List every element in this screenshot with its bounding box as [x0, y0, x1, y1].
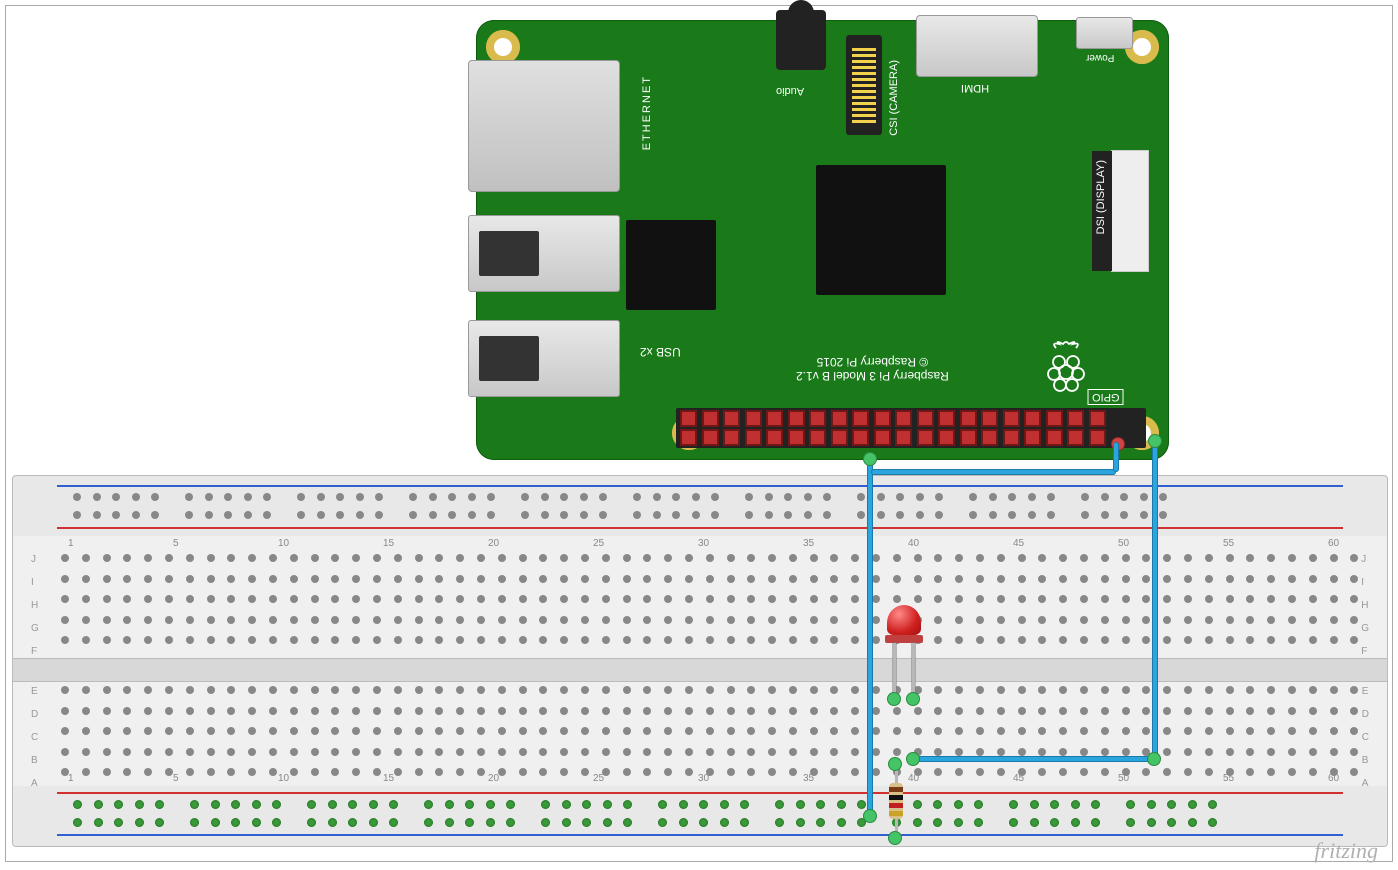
- wire-endpoint: [907, 753, 919, 765]
- gpio-row-bottom: [680, 429, 1106, 446]
- rail-line-pos: [57, 792, 1343, 794]
- audio-label: Audio: [776, 85, 804, 97]
- led-anode-leg: [893, 643, 896, 698]
- wire-gpio-horizontal: [912, 756, 1158, 762]
- wire-endpoint: [864, 810, 876, 822]
- model-line2: © Raspberry Pi 2015: [817, 355, 929, 369]
- csi-connector: [846, 35, 882, 135]
- band-gold: [889, 811, 903, 816]
- raspberry-pi-board: ETHERNET USB x2 USB x2 Audio CSI (CAMERA…: [476, 20, 1169, 460]
- band-black: [889, 795, 903, 800]
- gpio-row-top: [680, 410, 1106, 427]
- breadboard: 151015202530354045505560 J I H G F J I H…: [12, 475, 1388, 847]
- wire-jumper-short: [1113, 442, 1119, 472]
- ethernet-port: [468, 60, 620, 192]
- ethernet-label: ETHERNET: [641, 75, 653, 150]
- column-numbers: 151015202530354045505560: [68, 538, 1398, 549]
- audio-jack: [776, 10, 826, 70]
- band-brown: [889, 787, 903, 792]
- center-gutter: [13, 658, 1387, 682]
- column-numbers: 151015202530354045505560: [68, 773, 1398, 784]
- dsi-label: DSI (DISPLAY): [1095, 160, 1107, 234]
- resistor-body: [889, 783, 903, 819]
- wire-jumper-horizontal: [871, 469, 1116, 475]
- model-line1: Raspberry Pi 3 Model B v1.2: [796, 369, 949, 383]
- resistor-endpoint: [889, 832, 901, 844]
- power-rail-bottom: [13, 788, 1387, 843]
- tie-point-area: 151015202530354045505560 J I H G F J I H…: [13, 536, 1387, 786]
- tie-points-upper: [61, 554, 1358, 644]
- hdmi-label: HDMI: [961, 82, 989, 94]
- resistor-endpoint: [889, 758, 901, 770]
- led-pin: [907, 693, 919, 705]
- dsi-connector: [1111, 150, 1149, 272]
- row-letters-right: J I H G F: [1361, 554, 1369, 657]
- soc-chip: [816, 165, 946, 295]
- wire-endpoint: [864, 453, 876, 465]
- power-label: Power: [1086, 52, 1114, 63]
- raspberry-pi-logo-icon: [1041, 340, 1091, 395]
- band-red: [889, 803, 903, 808]
- power-rail-top: [13, 479, 1387, 534]
- csi-label: CSI (CAMERA): [888, 60, 900, 136]
- led-cathode-leg: [912, 643, 915, 698]
- rail-holes: [73, 493, 1193, 501]
- fritzing-watermark: fritzing: [1314, 838, 1378, 864]
- wire-endpoint: [1149, 435, 1161, 447]
- rail-holes: [73, 818, 1243, 827]
- micro-usb-power: [1076, 17, 1133, 49]
- led-red: [887, 605, 923, 643]
- usb-port: [468, 320, 620, 397]
- rail-holes: [73, 800, 1243, 809]
- row-letters-left: E D C B A: [31, 686, 38, 789]
- usb-port: [468, 215, 620, 292]
- wire-gnd-vertical: [867, 458, 873, 816]
- row-letters-left: J I H G F: [31, 554, 39, 657]
- mount-hole: [486, 30, 520, 64]
- hdmi-port: [916, 15, 1038, 77]
- rail-holes: [73, 511, 1193, 519]
- led-base: [885, 635, 923, 643]
- tie-points-lower: [61, 686, 1358, 776]
- usb-label: USB x2: [640, 345, 681, 359]
- gpio-label: GPIO: [1088, 389, 1124, 405]
- led-dome: [887, 605, 921, 635]
- gpio-header: [676, 408, 1146, 448]
- rail-line-pos: [57, 527, 1343, 529]
- rail-line-neg: [57, 485, 1343, 487]
- wire-endpoint: [1148, 753, 1160, 765]
- led-pin: [888, 693, 900, 705]
- board-model-text: Raspberry Pi 3 Model B v1.2 © Raspberry …: [796, 355, 949, 383]
- fritzing-diagram: ETHERNET USB x2 USB x2 Audio CSI (CAMERA…: [0, 0, 1398, 870]
- wire-gpio-vertical: [1152, 440, 1158, 762]
- ram-chip: [626, 220, 716, 310]
- rail-line-neg: [57, 834, 1343, 836]
